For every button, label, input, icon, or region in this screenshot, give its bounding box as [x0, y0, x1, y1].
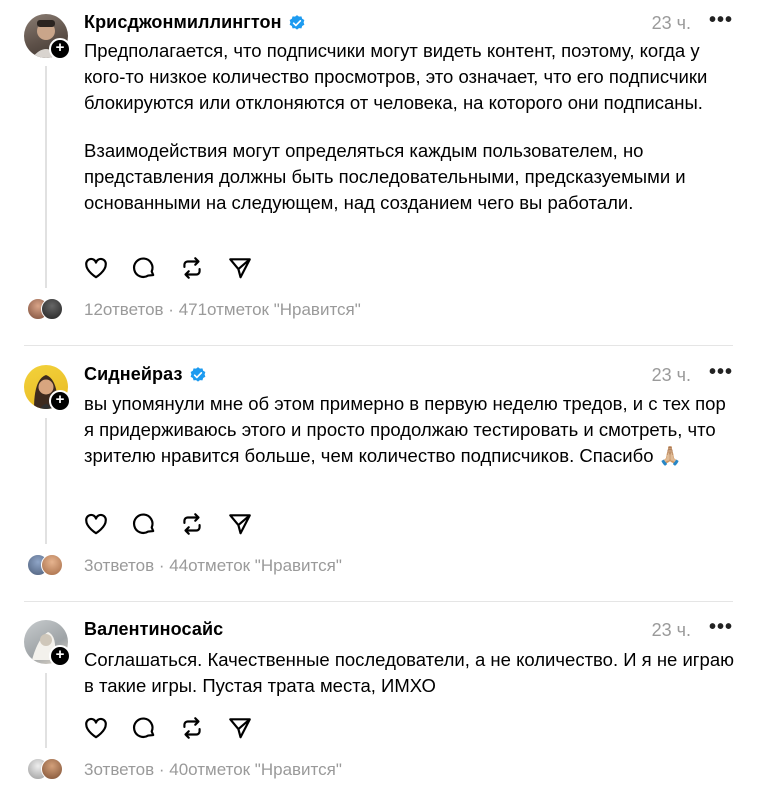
heart-icon[interactable]: [82, 510, 110, 538]
username-text[interactable]: Валентиносайс: [84, 619, 223, 640]
repost-icon[interactable]: [178, 254, 206, 282]
heart-icon[interactable]: [82, 714, 110, 742]
follow-plus-icon[interactable]: +: [49, 38, 71, 60]
reply-avatar: [41, 298, 63, 320]
reply-avatars: [27, 298, 67, 320]
divider: [24, 345, 733, 346]
comment-icon[interactable]: [130, 510, 158, 538]
follow-plus-icon[interactable]: +: [49, 390, 71, 412]
thread-line: [45, 418, 47, 544]
post-time: 23 ч.: [651, 365, 691, 385]
post-paragraph: Взаимодействия могут определяться каждым…: [84, 140, 686, 213]
post-stats[interactable]: 3ответов · 44отметок "Нравится": [84, 556, 342, 576]
more-icon[interactable]: •••: [709, 361, 733, 384]
username-text[interactable]: Крисджонмиллингтон: [84, 12, 282, 33]
verified-badge-icon: [190, 366, 205, 382]
post-paragraph: вы упомянули мне об этом примерно в перв…: [84, 393, 726, 466]
username[interactable]: Крисджонмиллингтон: [84, 12, 306, 33]
more-icon[interactable]: •••: [709, 9, 733, 32]
thread-line: [45, 66, 47, 288]
action-bar: [82, 254, 254, 282]
follow-plus-icon[interactable]: +: [49, 645, 71, 667]
send-icon[interactable]: [226, 510, 254, 538]
post-text: вы упомянули мне об этом примерно в перв…: [84, 391, 734, 469]
post-time: 23 ч.: [651, 13, 691, 33]
comment-icon[interactable]: [130, 254, 158, 282]
post-stats[interactable]: 3ответов · 40отметок "Нравится": [84, 760, 342, 780]
reply-avatar: [41, 758, 63, 780]
post-text: Соглашаться. Качественные последователи,…: [84, 647, 734, 699]
username[interactable]: Валентиносайс: [84, 619, 223, 640]
more-icon[interactable]: •••: [709, 616, 733, 639]
post-paragraph: Соглашаться. Качественные последователи,…: [84, 649, 735, 696]
post-time: 23 ч.: [651, 620, 691, 640]
send-icon[interactable]: [226, 714, 254, 742]
verified-badge-icon: [289, 14, 304, 30]
divider: [24, 601, 733, 602]
thread-line: [45, 673, 47, 748]
post-paragraph: Предполагается, что подписчики могут вид…: [84, 40, 708, 113]
post-text: Предполагается, что подписчики могут вид…: [84, 38, 734, 216]
action-bar: [82, 510, 254, 538]
post-stats[interactable]: 12ответов · 471отметок "Нравится": [84, 300, 361, 320]
reply-avatars: [27, 554, 67, 576]
action-bar: [82, 714, 254, 742]
repost-icon[interactable]: [178, 510, 206, 538]
comment-icon[interactable]: [130, 714, 158, 742]
reply-avatar: [41, 554, 63, 576]
repost-icon[interactable]: [178, 714, 206, 742]
heart-icon[interactable]: [82, 254, 110, 282]
username[interactable]: Сиднейраз: [84, 364, 207, 385]
send-icon[interactable]: [226, 254, 254, 282]
reply-avatars: [27, 758, 67, 780]
username-text[interactable]: Сиднейраз: [84, 364, 183, 385]
